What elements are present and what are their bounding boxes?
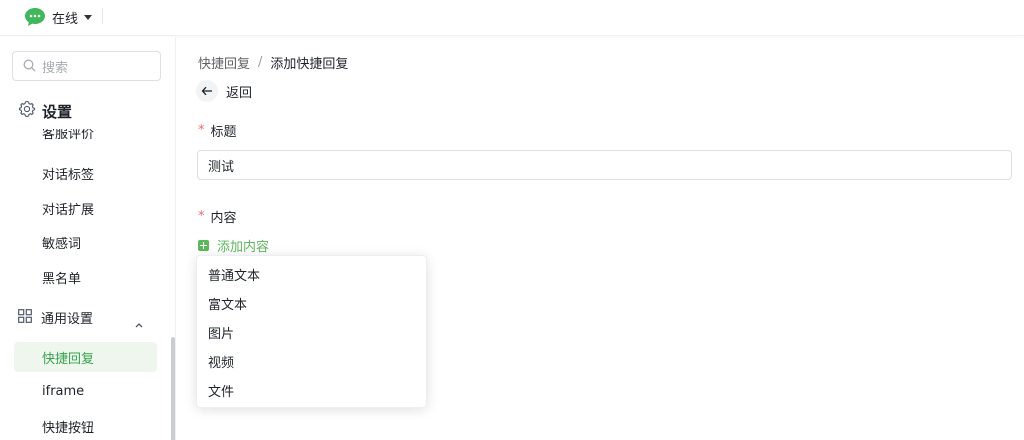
back-button[interactable]: 返回 bbox=[196, 80, 252, 102]
add-content-button[interactable]: 添加内容 bbox=[198, 237, 270, 255]
topbar-divider bbox=[102, 8, 103, 24]
sidebar-item-label: 对话标签 bbox=[42, 167, 95, 183]
sidebar-item-conversation-tags[interactable]: 对话标签 bbox=[14, 158, 157, 188]
search-placeholder: 搜索 bbox=[42, 60, 69, 76]
general-settings-group[interactable]: 通用设置 bbox=[18, 305, 143, 329]
search-input[interactable]: 搜索 bbox=[12, 51, 161, 81]
dropdown-option-plain-text[interactable]: 普通文本 bbox=[197, 260, 426, 289]
chat-bubble-icon bbox=[24, 7, 46, 27]
breadcrumb-current: 添加快捷回复 bbox=[270, 57, 349, 72]
chevron-up-icon bbox=[135, 313, 143, 332]
sidebar-item-quick-buttons[interactable]: 快捷按钮 bbox=[14, 411, 157, 440]
settings-title: 设置 bbox=[42, 102, 73, 121]
dropdown-option-image[interactable]: 图片 bbox=[197, 318, 426, 347]
sidebar-item-label: 对话扩展 bbox=[42, 202, 95, 218]
title-field-label: * 标题 bbox=[198, 121, 237, 140]
sidebar-item-label: iframe bbox=[42, 383, 85, 399]
sidebar-item-blacklist[interactable]: 黑名单 bbox=[14, 262, 157, 292]
grid-icon bbox=[18, 308, 32, 327]
search-icon bbox=[23, 57, 36, 76]
back-label: 返回 bbox=[226, 85, 253, 101]
dropdown-option-video[interactable]: 视频 bbox=[197, 347, 426, 376]
sidebar-item-quick-reply[interactable]: 快捷回复 bbox=[14, 342, 157, 372]
main-content: 快捷回复 / 添加快捷回复 返回 * 标题 测试 * 内容 添加内容 普通文本 … bbox=[177, 37, 1024, 440]
dropdown-option-rich-text[interactable]: 富文本 bbox=[197, 289, 426, 318]
sidebar-scrollbar[interactable] bbox=[171, 337, 175, 440]
online-status-dropdown[interactable]: 在线 bbox=[24, 6, 93, 28]
title-input[interactable]: 测试 bbox=[197, 150, 1012, 180]
required-mark: * bbox=[198, 209, 205, 224]
content-field-label: * 内容 bbox=[198, 207, 237, 226]
settings-section-title: 设置 bbox=[18, 99, 72, 123]
breadcrumb-separator: / bbox=[258, 55, 263, 70]
add-content-label: 添加内容 bbox=[217, 239, 270, 255]
sidebar-item-sensitive-words[interactable]: 敏感词 bbox=[14, 227, 157, 257]
title-input-value: 测试 bbox=[208, 159, 235, 175]
required-mark: * bbox=[198, 123, 205, 138]
top-bar: 在线 bbox=[0, 0, 1024, 36]
sidebar-item-label: 快捷按钮 bbox=[42, 420, 95, 436]
sidebar-item-iframe[interactable]: iframe bbox=[14, 376, 157, 406]
sidebar-item-label: 快捷回复 bbox=[42, 351, 95, 367]
status-label: 在线 bbox=[52, 11, 79, 27]
content-type-dropdown: 普通文本 富文本 图片 视频 文件 bbox=[196, 255, 427, 408]
sidebar-item-label: 客服评价 bbox=[42, 129, 95, 142]
dropdown-option-file[interactable]: 文件 bbox=[197, 376, 426, 405]
breadcrumb: 快捷回复 / 添加快捷回复 bbox=[198, 53, 348, 72]
sidebar-item-label: 黑名单 bbox=[42, 271, 82, 287]
plus-square-icon bbox=[198, 239, 209, 251]
sidebar-item-label: 敏感词 bbox=[42, 236, 82, 252]
breadcrumb-parent-link[interactable]: 快捷回复 bbox=[198, 53, 250, 72]
sidebar-item-conversation-extension[interactable]: 对话扩展 bbox=[14, 193, 157, 223]
group-title-label: 通用设置 bbox=[41, 311, 94, 327]
sidebar: 搜索 设置 客服评价 对话标签 对话扩展 敏感词 黑名单 通用设置 快捷回复 i… bbox=[0, 37, 176, 440]
gear-icon bbox=[18, 100, 36, 122]
title-label-text: 标题 bbox=[210, 125, 237, 140]
sidebar-item-customer-rating[interactable]: 客服评价 bbox=[14, 129, 157, 151]
caret-down-icon bbox=[84, 14, 93, 20]
content-label-text: 内容 bbox=[210, 211, 237, 226]
arrow-left-icon bbox=[196, 80, 218, 102]
